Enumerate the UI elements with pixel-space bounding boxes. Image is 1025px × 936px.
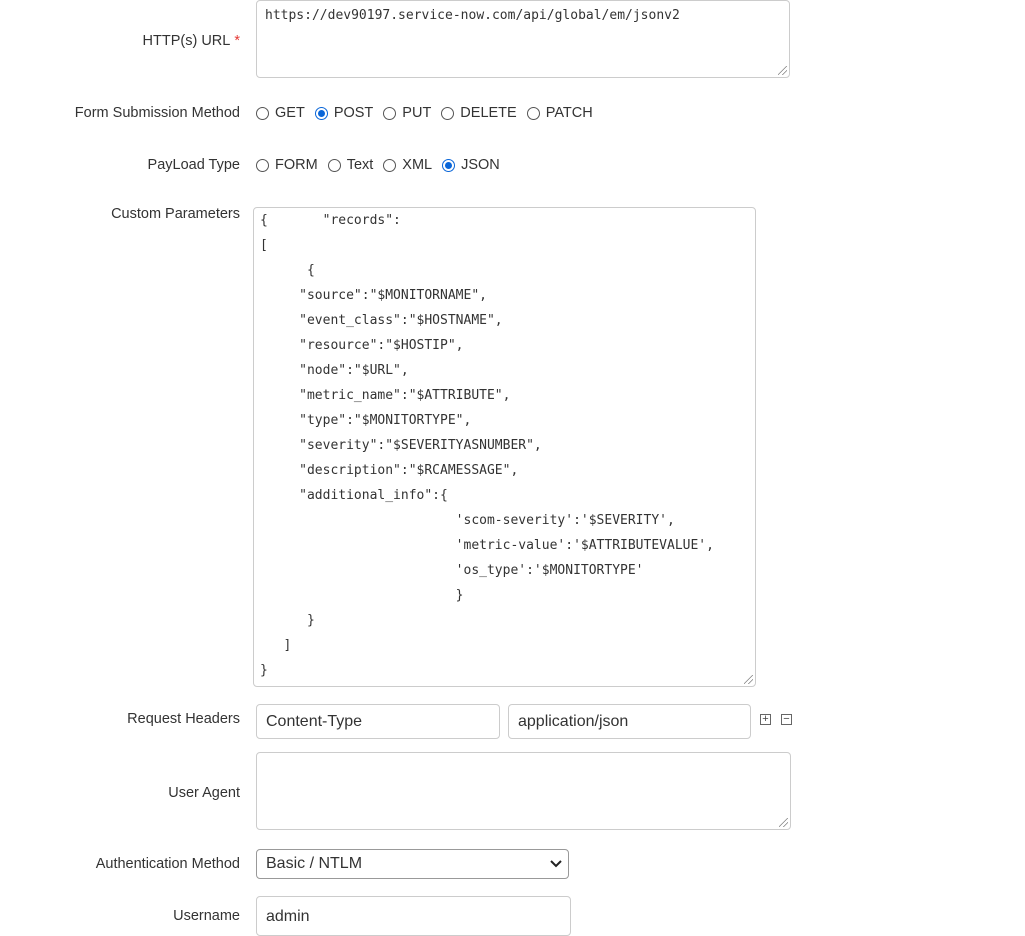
- auth-method-value: Basic / NTLM: [266, 855, 363, 872]
- code-line: "severity":"$SEVERITYASNUMBER",: [260, 438, 542, 453]
- user-agent-label: User Agent: [168, 785, 240, 801]
- radio-label: XML: [402, 157, 433, 173]
- code-line: }: [260, 613, 315, 628]
- remove-header-icon[interactable]: −: [781, 714, 792, 725]
- code-line: "resource":"$HOSTIP",: [260, 338, 464, 353]
- code-line: }: [260, 663, 268, 678]
- custom-params-textarea[interactable]: { "records": [ { "source":"$MONITORNAME",…: [253, 207, 756, 687]
- payload-option-form[interactable]: FORM: [256, 157, 318, 173]
- code-line: "type":"$MONITORTYPE",: [260, 413, 472, 428]
- radio-circle[interactable]: [256, 106, 269, 120]
- method-option-get[interactable]: GET: [256, 105, 305, 121]
- radio-circle[interactable]: [526, 106, 540, 120]
- code-line: "additional_info":{: [260, 488, 448, 503]
- auth-method-select[interactable]: Basic / NTLM: [256, 849, 569, 879]
- radio-circle[interactable]: [383, 106, 397, 120]
- request-headers-label: Request Headers: [127, 711, 240, 727]
- radio-circle[interactable]: [314, 106, 328, 120]
- radio-circle[interactable]: [442, 158, 456, 172]
- code-line: [: [260, 238, 268, 253]
- method-radio-group: GET POST PUT DELETE PATCH: [256, 105, 603, 121]
- resize-handle[interactable]: [744, 675, 753, 684]
- method-label: Form Submission Method: [74, 105, 240, 121]
- chevron-down-icon: [550, 860, 562, 868]
- radio-circle[interactable]: [441, 106, 455, 120]
- required-marker: *: [234, 33, 240, 49]
- url-label: HTTP(s) URL *: [142, 33, 240, 49]
- resize-handle[interactable]: [779, 818, 788, 827]
- radio-label: FORM: [275, 157, 318, 173]
- code-line: 'metric-value':'$ATTRIBUTEVALUE',: [260, 538, 714, 553]
- custom-params-label: Custom Parameters: [111, 206, 240, 222]
- payload-option-json[interactable]: JSON: [442, 157, 500, 173]
- url-value: https://dev90197.service-now.com/api/glo…: [265, 8, 680, 23]
- radio-label: PATCH: [545, 105, 593, 121]
- method-option-delete[interactable]: DELETE: [441, 105, 517, 121]
- method-option-put[interactable]: PUT: [383, 105, 431, 121]
- payload-label: PayLoad Type: [147, 157, 240, 173]
- radio-circle[interactable]: [256, 158, 269, 172]
- method-option-post[interactable]: POST: [314, 105, 374, 121]
- header-value-input[interactable]: application/json: [508, 704, 751, 739]
- method-option-patch[interactable]: PATCH: [526, 105, 593, 121]
- code-line: ]: [260, 638, 292, 653]
- code-line: "event_class":"$HOSTNAME",: [260, 313, 503, 328]
- code-line: { "records":: [260, 213, 401, 228]
- payload-option-text[interactable]: Text: [327, 157, 374, 173]
- username-input[interactable]: admin: [256, 896, 571, 936]
- code-line: 'scom-severity':'$SEVERITY',: [260, 513, 675, 528]
- code-line: {: [260, 263, 315, 278]
- radio-label: PUT: [402, 105, 432, 121]
- code-line: "description":"$RCAMESSAGE",: [260, 463, 519, 478]
- payload-radio-group: FORM Text XML JSON: [256, 157, 510, 173]
- code-line: }: [260, 588, 464, 603]
- code-line: "node":"$URL",: [260, 363, 409, 378]
- radio-label: DELETE: [460, 105, 517, 121]
- auth-method-label: Authentication Method: [95, 856, 240, 872]
- username-value: admin: [266, 908, 310, 925]
- payload-option-xml[interactable]: XML: [383, 157, 432, 173]
- url-textarea[interactable]: https://dev90197.service-now.com/api/glo…: [256, 0, 790, 78]
- radio-circle[interactable]: [383, 158, 397, 172]
- add-header-icon[interactable]: +: [760, 714, 771, 725]
- user-agent-textarea[interactable]: [256, 752, 791, 830]
- radio-label: JSON: [461, 157, 500, 173]
- resize-handle[interactable]: [778, 66, 787, 75]
- radio-circle[interactable]: [327, 158, 341, 172]
- header-name-value: Content-Type: [266, 712, 363, 730]
- radio-label: Text: [346, 157, 374, 173]
- username-label: Username: [173, 908, 240, 924]
- header-value-value: application/json: [518, 712, 629, 730]
- radio-label: POST: [333, 105, 374, 121]
- radio-label: GET: [275, 105, 305, 121]
- code-line: "source":"$MONITORNAME",: [260, 288, 487, 303]
- header-name-input[interactable]: Content-Type: [256, 704, 500, 739]
- code-line: "metric_name":"$ATTRIBUTE",: [260, 388, 511, 403]
- code-line: 'os_type':'$MONITORTYPE': [260, 563, 644, 578]
